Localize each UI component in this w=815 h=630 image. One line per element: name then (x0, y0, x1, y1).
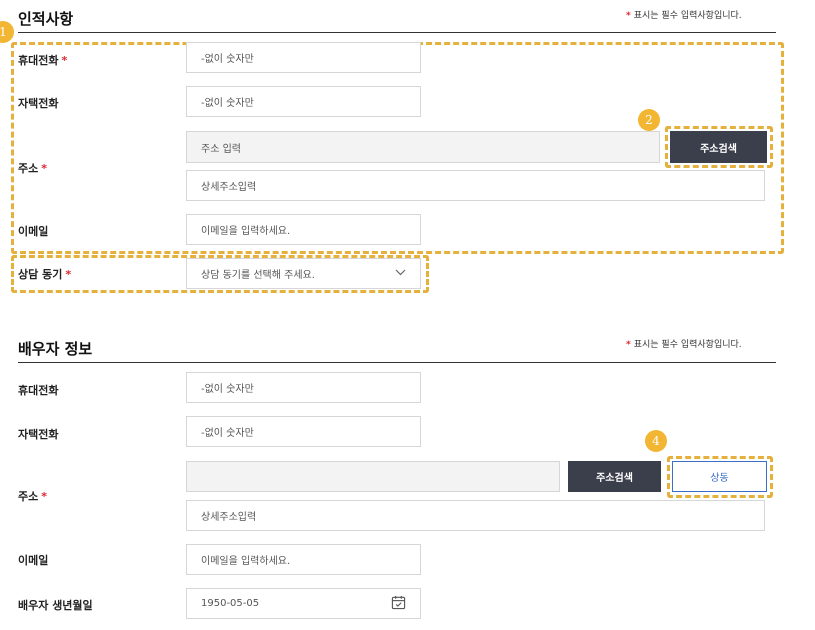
chevron-down-icon (395, 268, 406, 279)
personal-home-input[interactable]: -없이 숫자만 (186, 86, 421, 117)
spouse-address-search-button[interactable]: 주소검색 (568, 461, 661, 492)
spouse-email-input[interactable]: 이메일을 입력하세요. (186, 544, 421, 575)
required-note-text: 표시는 필수 입력사항입니다. (633, 340, 742, 350)
step-badge-1: 1 (0, 21, 14, 43)
required-star: * (626, 11, 631, 21)
personal-mobile-label: 휴대전화 * (18, 54, 68, 67)
personal-address-input[interactable]: 주소 입력 (186, 131, 660, 163)
spouse-mobile-label: 휴대전화 (18, 384, 59, 397)
spouse-birth-input[interactable]: 1950-05-05 (186, 588, 421, 619)
personal-divider (18, 32, 776, 33)
calendar-icon[interactable] (391, 595, 406, 613)
consent-select-value: 상담 동기를 선택해 주세요. (201, 270, 315, 281)
required-star: * (626, 340, 631, 350)
personal-address-search-button[interactable]: 주소검색 (670, 131, 767, 163)
spouse-home-input[interactable]: -없이 숫자만 (186, 416, 421, 447)
personal-detail-address-input[interactable]: 상세주소입력 (186, 170, 765, 201)
spouse-address-input[interactable] (186, 461, 560, 492)
spouse-home-label: 자택전화 (18, 428, 59, 441)
spouse-birth-label: 배우자 생년월일 (18, 599, 93, 612)
personal-mobile-input[interactable]: -없이 숫자만 (186, 42, 421, 73)
personal-email-label: 이메일 (18, 225, 49, 238)
spouse-section-title: 배우자 정보 (18, 340, 93, 358)
personal-consent-label: 상담 동기 * (18, 268, 72, 281)
spouse-divider (18, 362, 776, 363)
spouse-required-note: * 표시는 필수 입력사항입니다. (626, 337, 742, 350)
spouse-detail-address-input[interactable]: 상세주소입력 (186, 500, 765, 531)
personal-address-label: 주소 * (18, 162, 48, 175)
step-badge-2: 2 (638, 109, 660, 131)
personal-email-input[interactable]: 이메일을 입력하세요. (186, 214, 421, 245)
spouse-same-address-button[interactable]: 상동 (672, 461, 767, 492)
personal-consent-select[interactable]: 상담 동기를 선택해 주세요. (186, 258, 421, 289)
personal-required-note: * 표시는 필수 입력사항입니다. (626, 8, 742, 21)
personal-home-label: 자택전화 (18, 97, 59, 110)
spouse-mobile-input[interactable]: -없이 숫자만 (186, 372, 421, 403)
spouse-address-label: 주소 * (18, 490, 48, 503)
spouse-email-label: 이메일 (18, 554, 49, 567)
birth-date-value: 1950-05-05 (201, 598, 260, 609)
required-note-text: 표시는 필수 입력사항입니다. (633, 11, 742, 21)
step-badge-4: 4 (645, 430, 667, 452)
personal-section-title: 인적사항 (18, 10, 74, 28)
